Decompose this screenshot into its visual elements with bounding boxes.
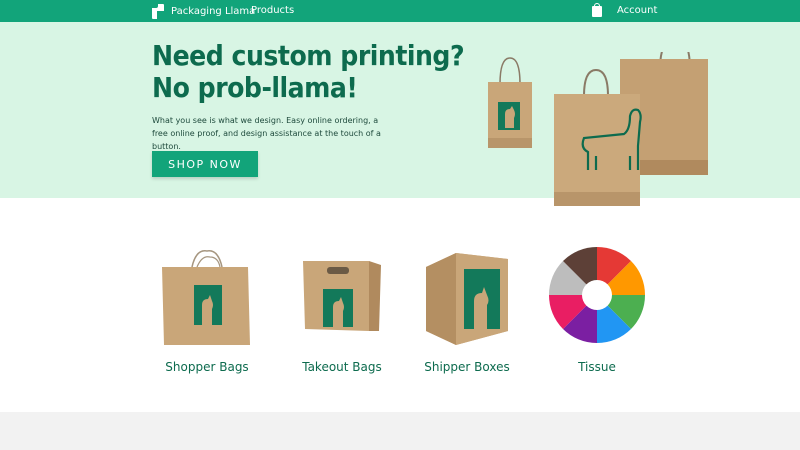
footer-band (0, 412, 800, 450)
hero-title-line-2: No prob-llama! (152, 71, 358, 104)
takeout-bag-icon (303, 261, 381, 331)
nav-products-link[interactable]: Products (251, 5, 294, 16)
small-printed-bag-icon (488, 57, 532, 148)
llama-logo-icon (152, 3, 164, 19)
product-label: Shopper Bags (165, 360, 249, 374)
tissue-wheel-icon (548, 246, 646, 344)
shopping-bag-icon[interactable] (592, 3, 602, 17)
hero-bags-image (488, 52, 708, 206)
hero-title-line-1: Need custom printing? (152, 39, 465, 72)
product-label: Tissue (578, 360, 616, 374)
product-label: Shipper Boxes (424, 360, 510, 374)
top-nav: Packaging Llama Products Account (0, 0, 800, 22)
shipper-box-icon (426, 253, 508, 345)
hero-title: Need custom printing? No prob-llama! (152, 40, 472, 104)
product-label: Takeout Bags (302, 360, 382, 374)
brand-name: Packaging Llama (171, 5, 256, 17)
shopper-bag-icon (162, 250, 250, 345)
shop-now-button[interactable]: SHOP NOW (152, 151, 258, 177)
hero-banner: Need custom printing? No prob-llama! Wha… (0, 22, 800, 206)
nav-account-link[interactable]: Account (617, 5, 657, 16)
hero-description: What you see is what we design. Easy onl… (152, 116, 381, 151)
brand-link[interactable]: Packaging Llama (152, 3, 255, 19)
